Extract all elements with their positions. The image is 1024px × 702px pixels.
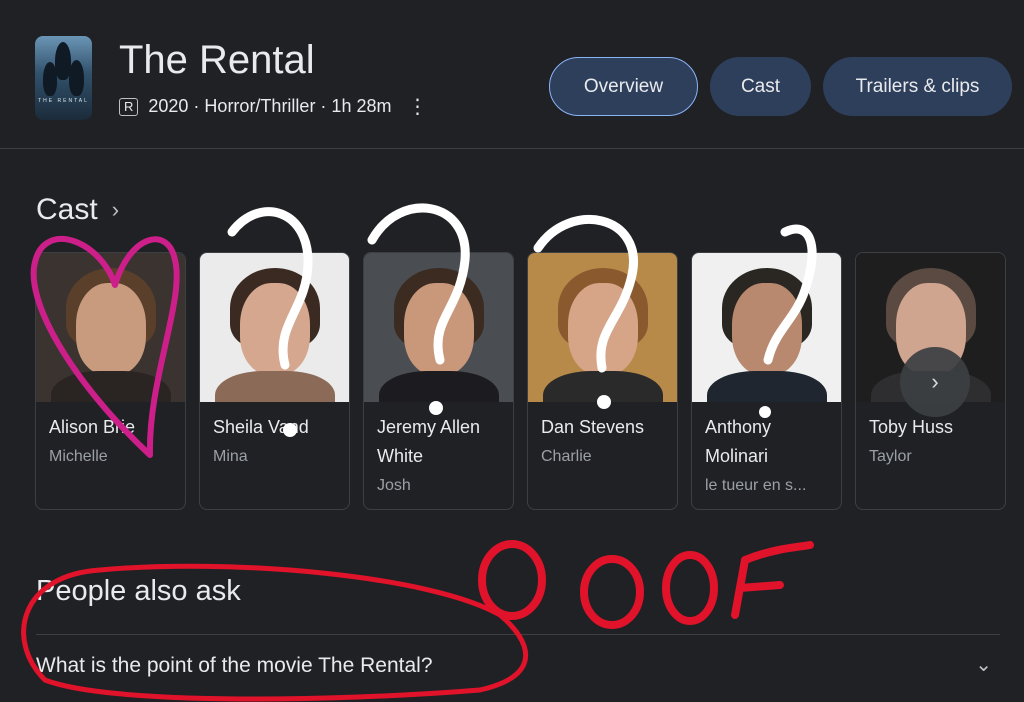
page-title: The Rental xyxy=(119,38,315,82)
cast-card[interactable]: Dan Stevens Charlie xyxy=(527,252,678,510)
cast-photo xyxy=(528,253,677,402)
poster-figure xyxy=(43,62,57,96)
cast-role: Mina xyxy=(213,448,248,465)
cast-card[interactable]: Alison Brie Michelle xyxy=(35,252,186,510)
ooof-letter-o xyxy=(478,540,546,620)
cast-name: Anthony Molinari xyxy=(705,417,772,466)
tab-trailers-clips[interactable]: Trailers & clips xyxy=(823,57,1012,116)
cast-role: Michelle xyxy=(49,448,108,465)
cast-card[interactable]: Sheila Vand Mina xyxy=(199,252,350,510)
cast-photo xyxy=(692,253,841,402)
cast-name: Toby Huss xyxy=(869,417,954,437)
cast-card[interactable]: Anthony Molinari le tueur en s... xyxy=(691,252,842,510)
ooof-letter-f xyxy=(731,541,814,619)
poster-figure xyxy=(69,60,84,96)
cast-card[interactable]: Jeremy Allen White Josh xyxy=(363,252,514,510)
cast-role: Charlie xyxy=(541,448,592,465)
cast-name: Jeremy Allen White xyxy=(377,417,481,466)
header-divider xyxy=(0,148,1024,149)
people-also-ask-heading: People also ask xyxy=(36,575,241,607)
cast-photo xyxy=(200,253,349,402)
rating-badge: R xyxy=(119,97,139,116)
cast-photo xyxy=(364,253,513,402)
tab-overview[interactable]: Overview xyxy=(549,57,698,116)
tab-cast[interactable]: Cast xyxy=(710,57,811,116)
movie-poster[interactable]: THE RENTAL xyxy=(35,36,92,120)
ooof-letter-o xyxy=(662,551,718,625)
cast-name: Sheila Vand xyxy=(213,417,309,437)
cast-photo xyxy=(36,253,185,402)
cast-name: Alison Brie xyxy=(49,417,136,437)
ooof-letter-o xyxy=(580,555,644,629)
meta-text: 2020 · Horror/Thriller · 1h 28m xyxy=(148,96,392,116)
movie-meta: R 2020 · Horror/Thriller · 1h 28m ⋮ xyxy=(119,96,427,117)
cast-role: le tueur en s... xyxy=(705,477,807,494)
tab-bar: Overview Cast Trailers & clips xyxy=(549,57,1012,116)
cast-carousel: Alison Brie Michelle Sheila Vand Mina Je… xyxy=(35,252,1006,510)
chevron-right-icon: › xyxy=(111,197,120,222)
paa-question[interactable]: What is the point of the movie The Renta… xyxy=(36,654,433,678)
cast-heading[interactable]: Cast › xyxy=(36,193,119,227)
chevron-down-icon[interactable]: ⌄ xyxy=(975,652,992,677)
cast-role: Josh xyxy=(377,477,411,494)
cast-role: Taylor xyxy=(869,448,912,465)
poster-title-text: THE RENTAL xyxy=(38,98,89,104)
paa-divider xyxy=(36,634,1000,635)
cast-heading-label: Cast xyxy=(36,193,98,226)
carousel-next-button[interactable]: › xyxy=(900,347,970,417)
cast-name: Dan Stevens xyxy=(541,417,645,437)
chevron-right-icon: › xyxy=(931,369,939,394)
more-vert-icon[interactable]: ⋮ xyxy=(407,97,427,117)
